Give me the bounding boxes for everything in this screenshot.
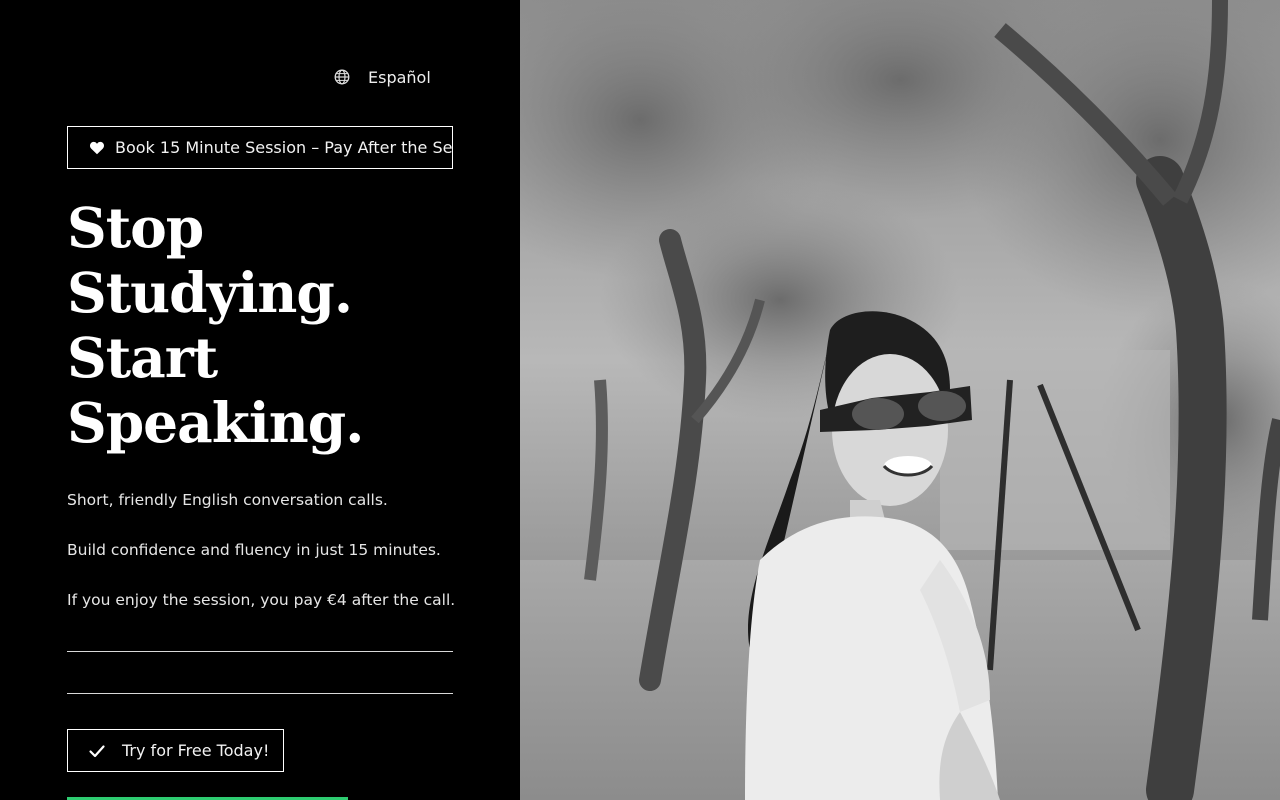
- left-panel: Español Book 15 Minute Session – Pay Aft…: [0, 0, 520, 800]
- headline-line-1: Stop: [67, 195, 204, 260]
- hero-photo: [520, 0, 1280, 800]
- divider: [67, 651, 453, 652]
- headline-line-3: Start: [67, 325, 218, 390]
- check-icon: [89, 744, 105, 757]
- language-switch[interactable]: Español: [334, 66, 431, 88]
- globe-icon: [334, 69, 350, 85]
- language-label: Español: [368, 67, 431, 87]
- description-line-3: If you enjoy the session, you pay €4 aft…: [67, 591, 456, 609]
- divider: [67, 693, 453, 694]
- heart-icon: [90, 141, 104, 154]
- book-session-label: Book 15 Minute Session – Pay After the S…: [115, 138, 453, 157]
- headline-line-2: Studying.: [67, 260, 353, 325]
- book-session-button[interactable]: Book 15 Minute Session – Pay After the S…: [67, 126, 453, 169]
- photo-woman-in-park: [520, 0, 1280, 800]
- try-free-button[interactable]: Try for Free Today!: [67, 729, 284, 772]
- headline-line-4: Speaking.: [67, 390, 364, 455]
- description-line-1: Short, friendly English conversation cal…: [67, 491, 388, 509]
- hero-headline: Stop Studying. Start Speaking.: [67, 195, 364, 455]
- description-line-2: Build confidence and fluency in just 15 …: [67, 541, 441, 559]
- try-free-label: Try for Free Today!: [122, 741, 270, 760]
